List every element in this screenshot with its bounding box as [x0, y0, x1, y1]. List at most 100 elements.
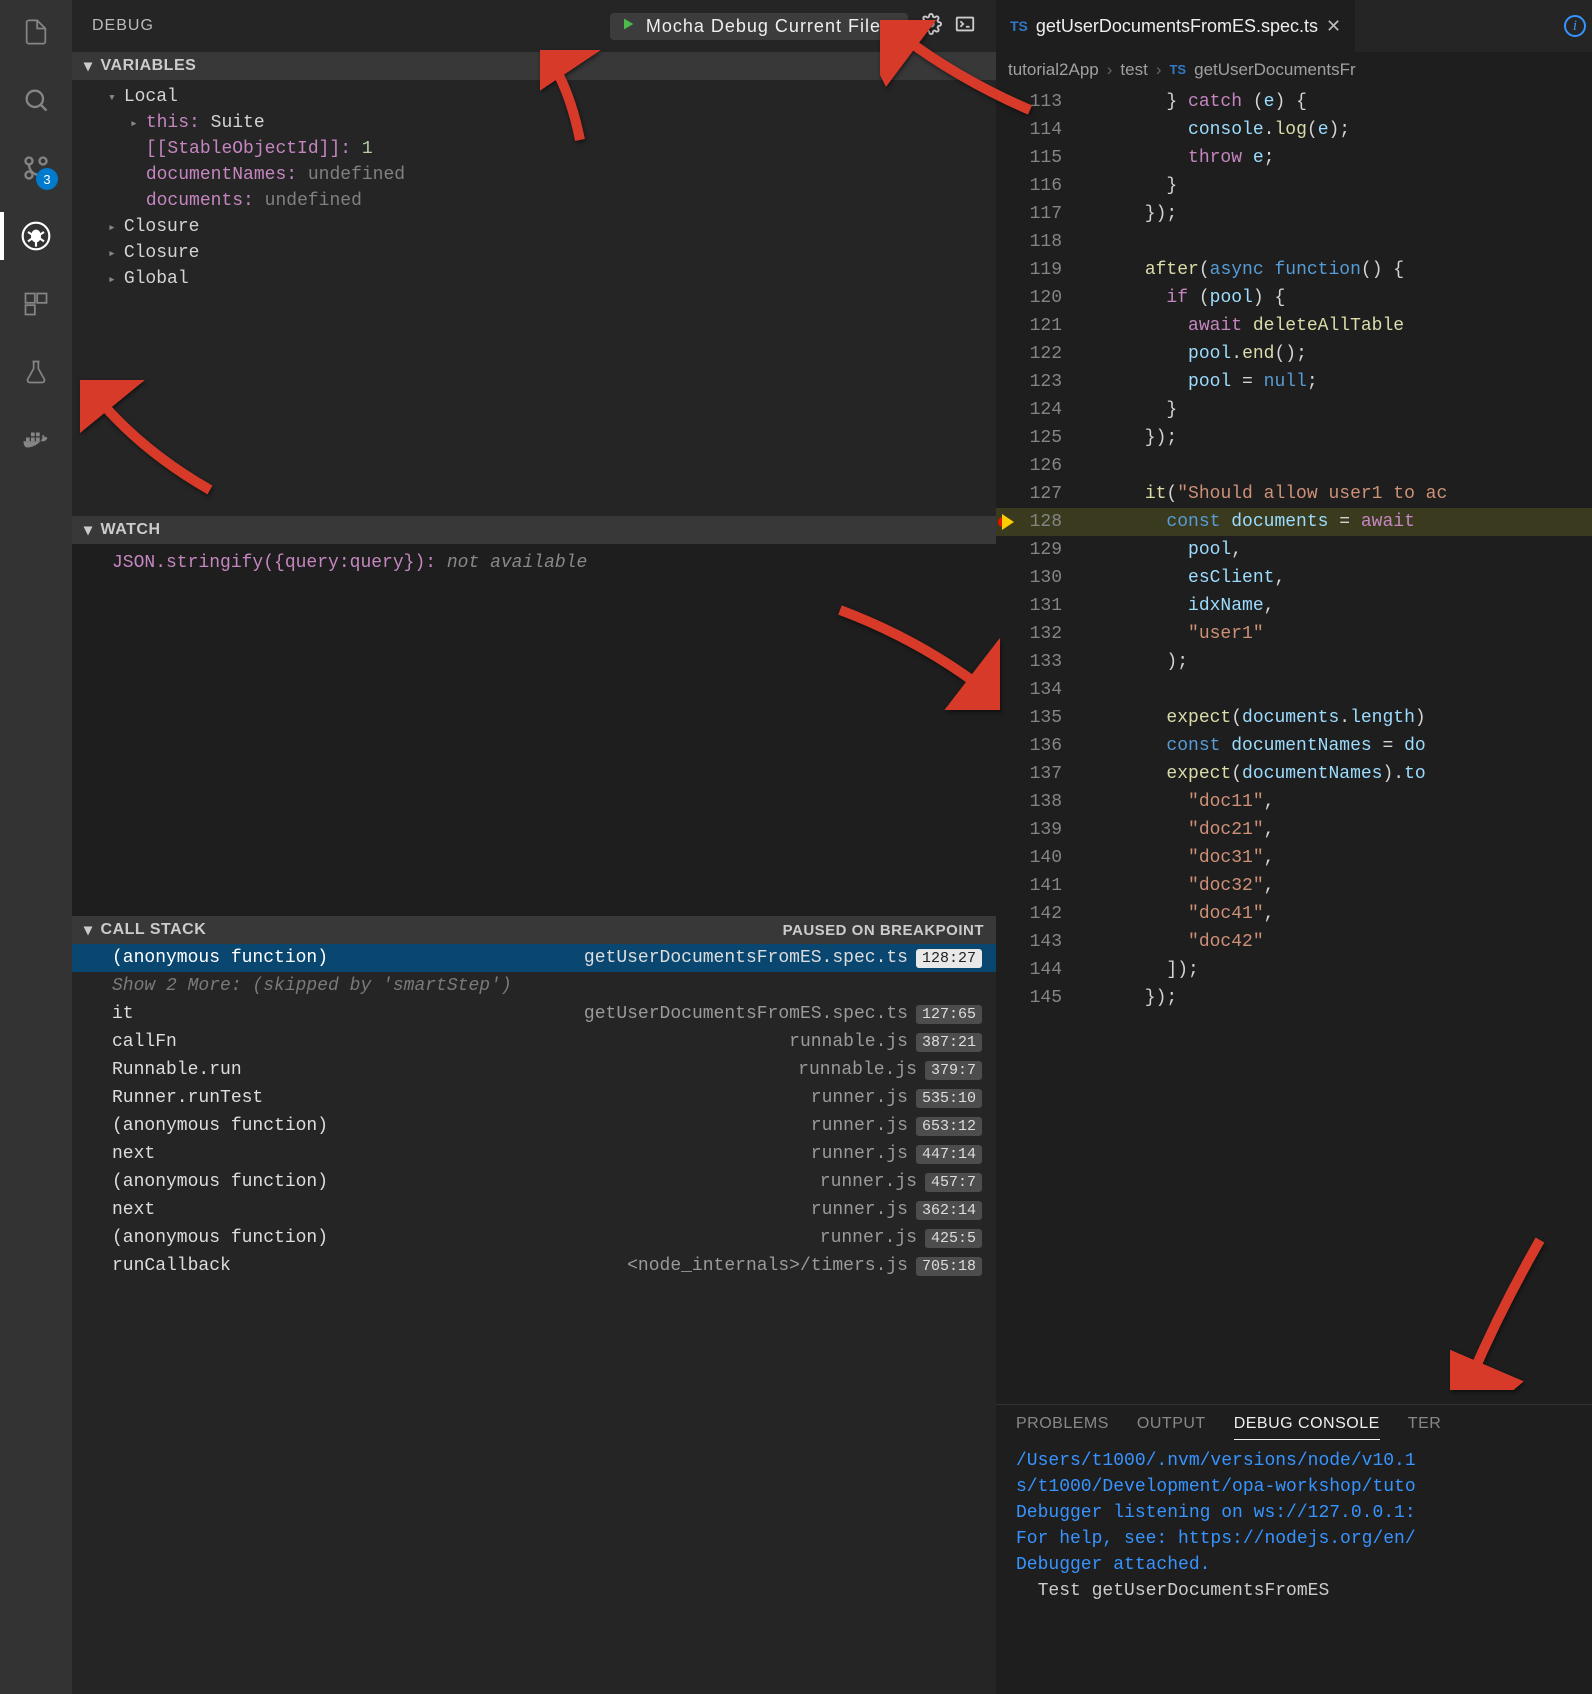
code-line[interactable]: 133 ); [996, 648, 1592, 676]
line-number[interactable]: 132 [996, 620, 1080, 648]
code-line[interactable]: 115 throw e; [996, 144, 1592, 172]
line-number[interactable]: 135 [996, 704, 1080, 732]
line-number[interactable]: 133 [996, 648, 1080, 676]
line-number[interactable]: 138 [996, 788, 1080, 816]
code-line[interactable]: 138 "doc11", [996, 788, 1592, 816]
code-line[interactable]: 134 [996, 676, 1592, 704]
scope-closure-1[interactable]: ▸Closure [72, 214, 996, 240]
code-line[interactable]: 125 }); [996, 424, 1592, 452]
close-icon[interactable]: ✕ [1326, 16, 1341, 37]
line-number[interactable]: 123 [996, 368, 1080, 396]
var-this[interactable]: ▸this: Suite [72, 110, 996, 136]
code-line[interactable]: 141 "doc32", [996, 872, 1592, 900]
line-number[interactable]: 124 [996, 396, 1080, 424]
tab-terminal[interactable]: TER [1408, 1415, 1442, 1440]
line-number[interactable]: 113 [996, 88, 1080, 116]
gear-icon[interactable] [920, 13, 942, 40]
stack-skipped-note[interactable]: Show 2 More: (skipped by 'smartStep') [72, 972, 996, 1000]
code-line[interactable]: 129 pool, [996, 536, 1592, 564]
code-line[interactable]: 136 const documentNames = do [996, 732, 1592, 760]
tab-debug-console[interactable]: DEBUG CONSOLE [1234, 1415, 1380, 1440]
line-number[interactable]: 129 [996, 536, 1080, 564]
code-line[interactable]: 140 "doc31", [996, 844, 1592, 872]
breadcrumb-item[interactable]: tutorial2App [1008, 60, 1099, 80]
line-number[interactable]: 130 [996, 564, 1080, 592]
var-documentnames[interactable]: ▸documentNames: undefined [72, 162, 996, 188]
line-number[interactable]: 122 [996, 340, 1080, 368]
source-control-icon[interactable]: 3 [16, 148, 56, 188]
extensions-icon[interactable] [16, 284, 56, 324]
code-line[interactable]: 119 after(async function() { [996, 256, 1592, 284]
scope-local[interactable]: ▾Local [72, 84, 996, 110]
code-line[interactable]: 145 }); [996, 984, 1592, 1012]
explorer-icon[interactable] [16, 12, 56, 52]
stack-frame[interactable]: Runner.runTestrunner.js535:10 [72, 1084, 996, 1112]
line-number[interactable]: 127 [996, 480, 1080, 508]
scope-global[interactable]: ▸Global [72, 266, 996, 292]
stack-frame[interactable]: nextrunner.js447:14 [72, 1140, 996, 1168]
line-number[interactable]: 136 [996, 732, 1080, 760]
line-number[interactable]: 144 [996, 956, 1080, 984]
line-number[interactable]: 143 [996, 928, 1080, 956]
stack-frame[interactable]: Runnable.runrunnable.js379:7 [72, 1056, 996, 1084]
stack-frame[interactable]: runCallback<node_internals>/timers.js705… [72, 1252, 996, 1280]
code-line[interactable]: 116 } [996, 172, 1592, 200]
stack-frame[interactable]: (anonymous function)runner.js653:12 [72, 1112, 996, 1140]
code-line[interactable]: 135 expect(documents.length) [996, 704, 1592, 732]
line-number[interactable]: 128 [996, 508, 1080, 536]
line-number[interactable]: 116 [996, 172, 1080, 200]
line-number[interactable]: 139 [996, 816, 1080, 844]
debug-config-select[interactable]: Mocha Debug Current File ▴▾ [610, 13, 908, 40]
line-number[interactable]: 121 [996, 312, 1080, 340]
callstack-section-header[interactable]: ▾ CALL STACK PAUSED ON BREAKPOINT [72, 916, 996, 944]
code-line[interactable]: 117 }); [996, 200, 1592, 228]
line-number[interactable]: 137 [996, 760, 1080, 788]
debug-icon[interactable] [16, 216, 56, 256]
stack-frame[interactable]: (anonymous function)runner.js425:5 [72, 1224, 996, 1252]
line-number[interactable]: 120 [996, 284, 1080, 312]
docker-icon[interactable] [16, 420, 56, 460]
breadcrumb-item[interactable]: getUserDocumentsFr [1194, 60, 1356, 80]
line-number[interactable]: 140 [996, 844, 1080, 872]
line-number[interactable]: 141 [996, 872, 1080, 900]
var-documents[interactable]: ▸documents: undefined [72, 188, 996, 214]
code-line[interactable]: 131 idxName, [996, 592, 1592, 620]
variables-section-header[interactable]: ▾ VARIABLES [72, 52, 996, 80]
breadcrumb-item[interactable]: test [1120, 60, 1147, 80]
code-line[interactable]: 127 it("Should allow user1 to ac [996, 480, 1592, 508]
line-number[interactable]: 145 [996, 984, 1080, 1012]
code-line[interactable]: 139 "doc21", [996, 816, 1592, 844]
code-line[interactable]: 122 pool.end(); [996, 340, 1592, 368]
breadcrumb[interactable]: tutorial2App › test › TS getUserDocument… [996, 52, 1592, 88]
stack-frame[interactable]: (anonymous function)getUserDocumentsFrom… [72, 944, 996, 972]
code-line[interactable]: 114 console.log(e); [996, 116, 1592, 144]
code-line[interactable]: 120 if (pool) { [996, 284, 1592, 312]
line-number[interactable]: 125 [996, 424, 1080, 452]
code-line[interactable]: 128 const documents = await [996, 508, 1592, 536]
line-number[interactable]: 142 [996, 900, 1080, 928]
code-line[interactable]: 132 "user1" [996, 620, 1592, 648]
stack-frame[interactable]: (anonymous function)runner.js457:7 [72, 1168, 996, 1196]
line-number[interactable]: 114 [996, 116, 1080, 144]
code-line[interactable]: 118 [996, 228, 1592, 256]
line-number[interactable]: 115 [996, 144, 1080, 172]
var-stableid[interactable]: ▸[[StableObjectId]]: 1 [72, 136, 996, 162]
code-line[interactable]: 142 "doc41", [996, 900, 1592, 928]
editor-tab[interactable]: TS getUserDocumentsFromES.spec.ts ✕ [996, 0, 1356, 52]
code-editor[interactable]: 113 } catch (e) {114 console.log(e);115 … [996, 88, 1592, 1404]
tab-problems[interactable]: PROBLEMS [1016, 1415, 1109, 1440]
tab-output[interactable]: OUTPUT [1137, 1415, 1206, 1440]
line-number[interactable]: 119 [996, 256, 1080, 284]
scope-closure-2[interactable]: ▸Closure [72, 240, 996, 266]
code-line[interactable]: 121 await deleteAllTable [996, 312, 1592, 340]
line-number[interactable]: 134 [996, 676, 1080, 704]
code-line[interactable]: 124 } [996, 396, 1592, 424]
code-line[interactable]: 137 expect(documentNames).to [996, 760, 1592, 788]
line-number[interactable]: 126 [996, 452, 1080, 480]
code-line[interactable]: 144 ]); [996, 956, 1592, 984]
play-icon[interactable] [620, 16, 636, 37]
line-number[interactable]: 131 [996, 592, 1080, 620]
stack-frame[interactable]: nextrunner.js362:14 [72, 1196, 996, 1224]
info-icon[interactable]: i [1564, 15, 1586, 37]
line-number[interactable]: 117 [996, 200, 1080, 228]
